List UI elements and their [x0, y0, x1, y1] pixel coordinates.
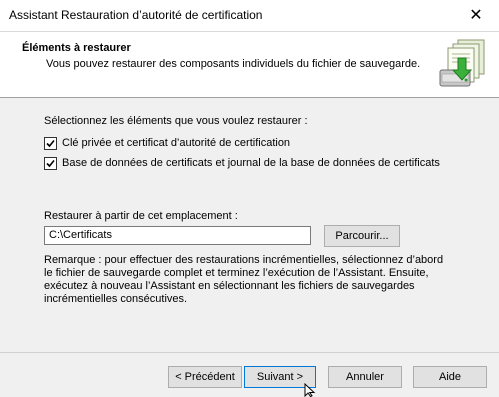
wizard-body: Sélectionnez les éléments que vous voule…	[0, 98, 499, 353]
location-input[interactable]: C:\Certificats	[44, 226, 311, 245]
mouse-cursor-icon	[304, 383, 316, 397]
wizard-header: Éléments à restaurer Vous pouvez restaur…	[0, 32, 499, 98]
previous-button[interactable]: < Précédent	[168, 366, 242, 388]
close-button[interactable]: ✕	[453, 0, 499, 31]
checkbox-label: Clé privée et certificat d’autorité de c…	[62, 137, 291, 149]
checkmark-icon	[46, 159, 55, 168]
checkmark-icon	[46, 139, 55, 148]
checkbox-label: Base de données de certificats et journa…	[62, 157, 440, 169]
location-label: Restaurer à partir de cet emplacement :	[44, 210, 238, 222]
browse-button[interactable]: Parcourir...	[324, 225, 400, 247]
checkbox-database[interactable]	[44, 157, 57, 170]
page-title: Éléments à restaurer	[22, 42, 131, 54]
incremental-note: Remarque : pour effectuer des restaurati…	[44, 254, 444, 305]
help-button[interactable]: Aide	[413, 366, 487, 388]
checkbox-private-key[interactable]	[44, 137, 57, 150]
select-items-prompt: Sélectionnez les éléments que vous voule…	[44, 115, 308, 127]
page-subtitle: Vous pouvez restaurer des composants ind…	[46, 58, 421, 70]
next-button-label: Suivant >	[256, 371, 304, 383]
certificate-restore-icon	[439, 39, 485, 87]
cancel-button[interactable]: Annuler	[328, 366, 402, 388]
footer-divider	[0, 352, 499, 353]
window-title: Assistant Restauration d’autorité de cer…	[9, 8, 263, 22]
title-bar: Assistant Restauration d’autorité de cer…	[0, 0, 499, 32]
